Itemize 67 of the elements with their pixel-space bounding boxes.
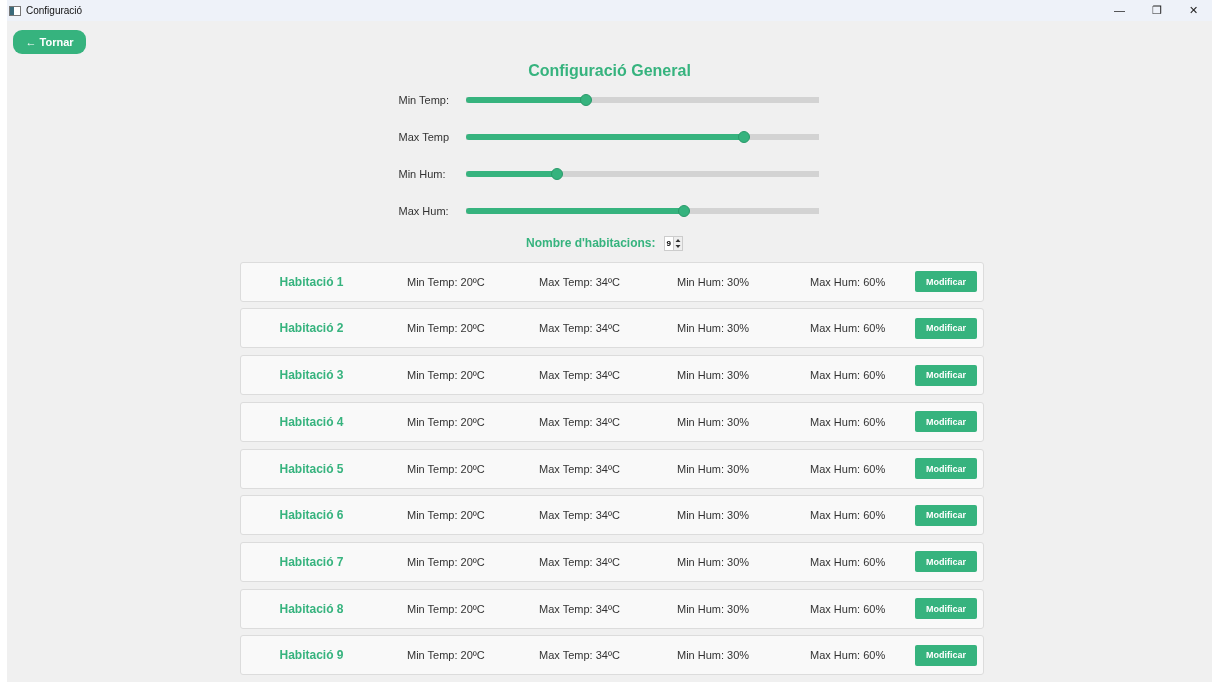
max-hum-value: Max Hum: 60% xyxy=(810,509,886,522)
modify-button[interactable]: Modificar xyxy=(915,598,977,620)
max-temp-value: Max Temp: 34ºC xyxy=(539,462,621,475)
window-title: Configuració xyxy=(26,5,83,17)
room-name: Habitació 6 xyxy=(278,508,345,523)
min-temp-value: Min Temp: 20ºC xyxy=(407,415,486,428)
modify-button[interactable]: Modificar xyxy=(915,271,977,293)
modify-button[interactable]: Modificar xyxy=(915,411,977,433)
max-hum-value: Max Hum: 60% xyxy=(810,462,886,475)
modify-button[interactable]: Modificar xyxy=(915,504,977,526)
app-icon xyxy=(9,5,21,16)
room-name: Habitació 8 xyxy=(278,601,345,616)
page-heading: Configuració General xyxy=(527,62,692,81)
modify-button[interactable]: Modificar xyxy=(915,458,977,480)
max-temp-value: Max Temp: 34ºC xyxy=(539,602,621,615)
room-count-spinner[interactable]: 9 xyxy=(663,235,683,251)
min-temp-value: Min Temp: 20ºC xyxy=(407,649,486,662)
minimize-button[interactable]: — xyxy=(1101,4,1138,18)
min-temp-value: Min Temp: 20ºC xyxy=(407,322,486,335)
min-hum-value: Min Hum: 30% xyxy=(677,649,751,662)
slider-label: Min Hum: xyxy=(398,167,447,180)
max-hum-value: Max Hum: 60% xyxy=(810,555,886,568)
min-hum-value: Min Hum: 30% xyxy=(677,369,751,382)
room-name: Habitació 7 xyxy=(278,554,345,569)
max-hum-value: Max Hum: 60% xyxy=(810,649,886,662)
max-hum-value: Max Hum: 60% xyxy=(810,369,886,382)
max-temp-value: Max Temp: 34ºC xyxy=(539,369,621,382)
min-temp-value: Min Temp: 20ºC xyxy=(407,369,486,382)
restore-button[interactable]: ❐ xyxy=(1138,4,1175,18)
min-temp-value: Min Temp: 20ºC xyxy=(407,555,486,568)
close-button[interactable]: ✕ xyxy=(1175,4,1212,18)
back-button[interactable]: ← Tornar xyxy=(13,30,86,55)
min-hum-value: Min Hum: 30% xyxy=(677,602,751,615)
modify-button[interactable]: Modificar xyxy=(915,318,977,339)
max-temp-value: Max Temp: 34ºC xyxy=(539,649,621,662)
room-name: Habitació 4 xyxy=(278,414,345,429)
max-hum-value: Max Hum: 60% xyxy=(810,602,886,615)
min-hum-value: Min Hum: 30% xyxy=(677,555,751,568)
min-temp-value: Min Temp: 20ºC xyxy=(407,509,486,522)
modify-button[interactable]: Modificar xyxy=(915,364,977,386)
min-hum-value: Min Hum: 30% xyxy=(677,509,751,522)
max-temp-value: Max Temp: 34ºC xyxy=(539,322,621,335)
min-hum-value: Min Hum: 30% xyxy=(677,275,751,288)
min-temp-value: Min Temp: 20ºC xyxy=(407,275,486,288)
room-name: Habitació 5 xyxy=(278,461,345,476)
room-name: Habitació 2 xyxy=(278,321,345,336)
modify-button[interactable]: Modificar xyxy=(915,644,977,666)
slider-label: Max Hum: xyxy=(398,204,450,217)
max-temp-value: Max Temp: 34ºC xyxy=(539,555,621,568)
min-temp-value: Min Temp: 20ºC xyxy=(407,602,486,615)
min-hum-value: Min Hum: 30% xyxy=(677,322,751,335)
max-temp-value: Max Temp: 34ºC xyxy=(539,509,621,522)
room-name: Habitació 9 xyxy=(278,648,345,663)
room-count-label: Nombre d'habitacions: xyxy=(526,236,656,251)
slider-label: Min Temp: xyxy=(398,93,451,106)
max-hum-value: Max Hum: 60% xyxy=(810,415,886,428)
min-hum-value: Min Hum: 30% xyxy=(677,462,751,475)
slider-label: Max Temp xyxy=(398,130,451,143)
min-hum-value: Min Hum: 30% xyxy=(677,415,751,428)
max-hum-value: Max Hum: 60% xyxy=(810,275,886,288)
max-temp-value: Max Temp: 34ºC xyxy=(539,275,621,288)
min-temp-value: Min Temp: 20ºC xyxy=(407,462,486,475)
max-hum-value: Max Hum: 60% xyxy=(810,322,886,335)
max-temp-value: Max Temp: 34ºC xyxy=(539,415,621,428)
room-name: Habitació 3 xyxy=(278,368,345,383)
modify-button[interactable]: Modificar xyxy=(915,551,977,573)
room-name: Habitació 1 xyxy=(278,274,345,289)
